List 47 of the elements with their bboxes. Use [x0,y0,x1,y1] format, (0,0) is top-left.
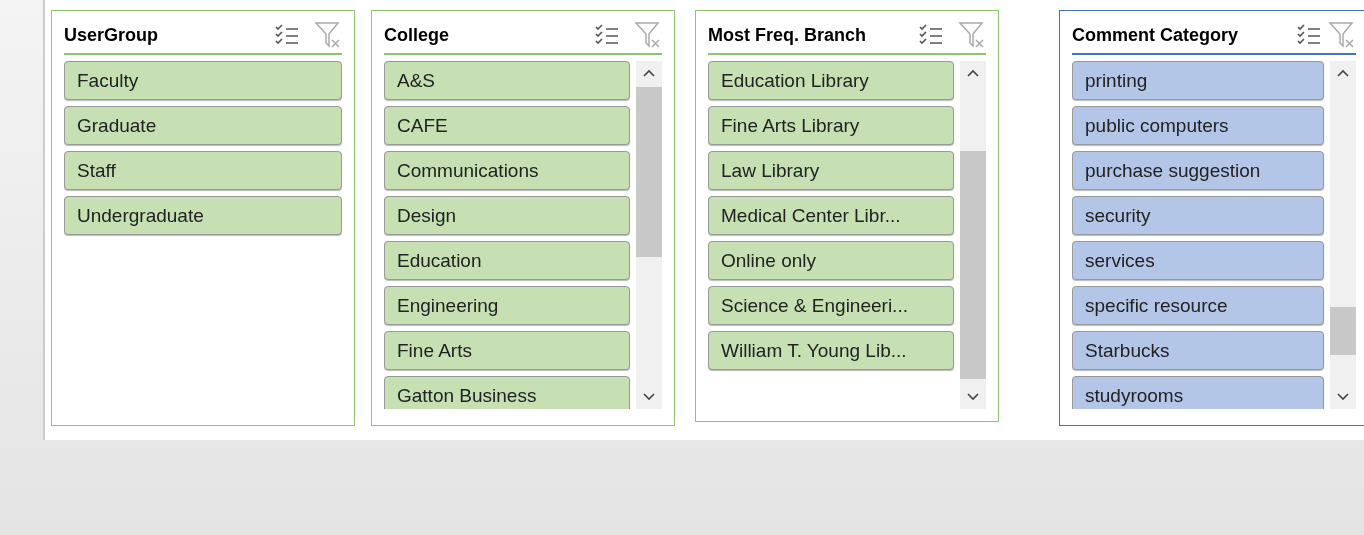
slicer-item[interactable]: Science & Engineeri... [708,286,954,325]
scroll-up-icon[interactable] [967,69,979,77]
slicer-item[interactable]: Faculty [64,61,342,100]
slicer-item[interactable]: Communications [384,151,630,190]
slicer-item[interactable]: specific resource [1072,286,1324,325]
multi-select-icon[interactable] [1296,23,1322,47]
multi-select-icon[interactable] [918,23,944,47]
slicer-item[interactable]: Education [384,241,630,280]
slicer-item[interactable]: Design [384,196,630,235]
slicer-item[interactable]: Law Library [708,151,954,190]
slicer-item[interactable]: Undergraduate [64,196,342,235]
scroll-up-icon[interactable] [1337,69,1349,77]
slicer-item[interactable]: Online only [708,241,954,280]
slicer-item[interactable]: Engineering [384,286,630,325]
scrollbar[interactable] [1330,61,1356,409]
slicer-item[interactable]: Fine Arts [384,331,630,370]
slicer-item[interactable]: services [1072,241,1324,280]
scroll-down-icon[interactable] [643,393,655,401]
multi-select-icon[interactable] [594,23,620,47]
slicer-item[interactable]: Starbucks [1072,331,1324,370]
scroll-thumb[interactable] [960,151,986,379]
slicer-item[interactable]: Medical Center Libr... [708,196,954,235]
slicer-item[interactable]: printing [1072,61,1324,100]
scroll-thumb[interactable] [636,87,662,257]
slicer-item[interactable]: Staff [64,151,342,190]
scrollbar[interactable] [636,61,662,409]
slicer-item[interactable]: security [1072,196,1324,235]
slicer-title: College [384,24,450,46]
multi-select-icon[interactable] [274,23,300,47]
scrollbar[interactable] [960,61,986,409]
slicer-item[interactable]: Education Library [708,61,954,100]
slicer-item[interactable]: CAFE [384,106,630,145]
slicer-item[interactable]: A&S [384,61,630,100]
scroll-up-icon[interactable] [643,69,655,77]
slicer-item[interactable]: William T. Young Lib... [708,331,954,370]
scroll-thumb[interactable] [1330,307,1356,355]
slicer-item[interactable]: studyrooms [1072,376,1324,409]
slicer-item[interactable]: Graduate [64,106,342,145]
slicer-item[interactable]: Gatton Business [384,376,630,409]
slicer-item[interactable]: purchase suggestion [1072,151,1324,190]
slicer-item[interactable]: Fine Arts Library [708,106,954,145]
slicer-title: Most Freq. Branch [708,24,868,46]
scroll-down-icon[interactable] [1337,393,1349,401]
slicer-title: UserGroup [64,24,160,46]
scroll-down-icon[interactable] [967,393,979,401]
slicer-title: Comment Category [1072,24,1240,46]
slicer-item[interactable]: public computers [1072,106,1324,145]
